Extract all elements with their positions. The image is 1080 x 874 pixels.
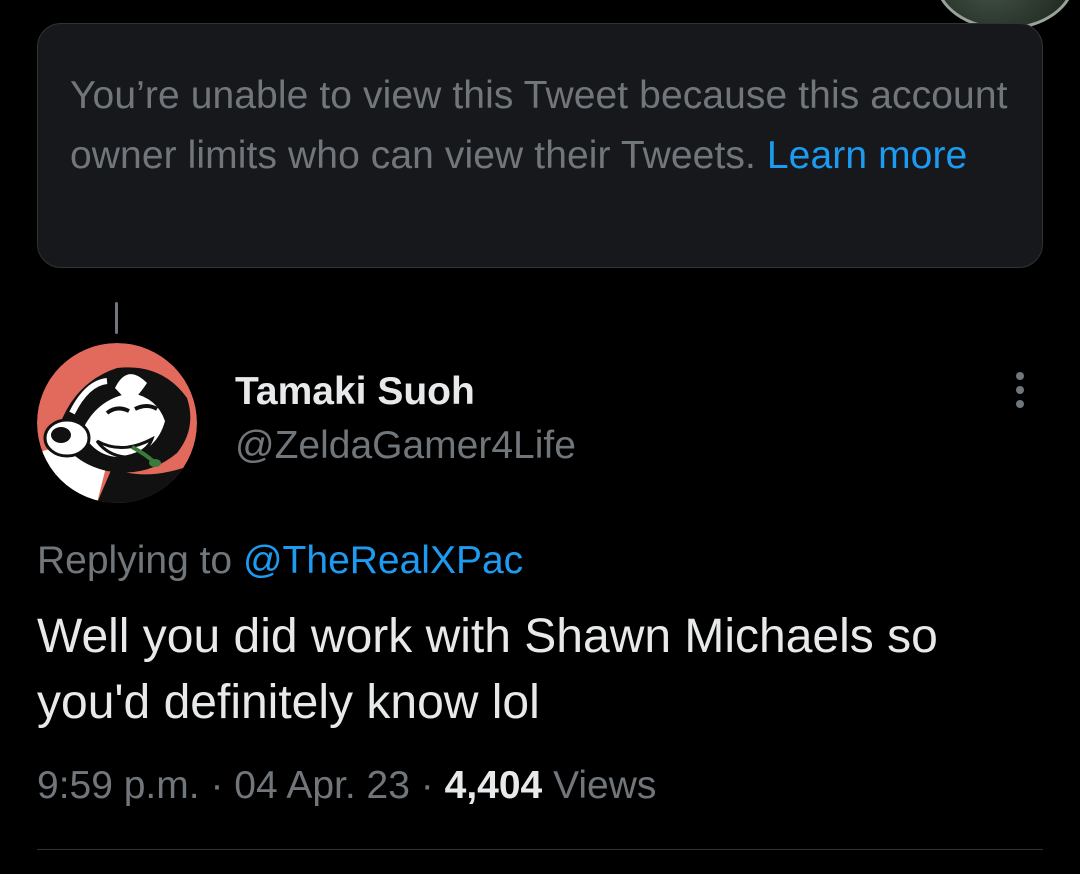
more-options-button[interactable] <box>1000 368 1040 412</box>
cartoon-skunk-avatar-icon <box>37 343 197 503</box>
divider <box>37 849 1043 850</box>
tweet-time[interactable]: 9:59 p.m. <box>37 764 200 807</box>
views-label[interactable]: Views <box>553 764 656 807</box>
author-display-name[interactable]: Tamaki Suoh <box>235 368 475 416</box>
learn-more-link[interactable]: Learn more <box>767 134 967 177</box>
meta-separator: · <box>210 764 224 807</box>
notice-text-block: You’re unable to view this Tweet because… <box>70 66 1010 186</box>
avatar[interactable] <box>37 343 197 503</box>
tweet-unavailable-notice: You’re unable to view this Tweet because… <box>37 23 1043 268</box>
views-count[interactable]: 4,404 <box>445 764 543 807</box>
tweet-text: Well you did work with Shawn Michaels so… <box>37 610 938 729</box>
meta-separator: · <box>420 764 434 807</box>
replying-to-mention-link[interactable]: @TheRealXPac <box>243 539 523 582</box>
replying-to-prefix: Replying to <box>37 539 233 582</box>
replying-to-line: Replying to @TheRealXPac <box>37 537 523 585</box>
thread-connector-line <box>115 302 118 334</box>
author-handle[interactable]: @ZeldaGamer4Life <box>235 422 576 470</box>
more-vertical-icon <box>1016 372 1024 408</box>
tweet-metadata: 9:59 p.m. · 04 Apr. 23 · 4,404 Views <box>37 762 656 810</box>
tweet-date[interactable]: 04 Apr. 23 <box>234 764 410 807</box>
